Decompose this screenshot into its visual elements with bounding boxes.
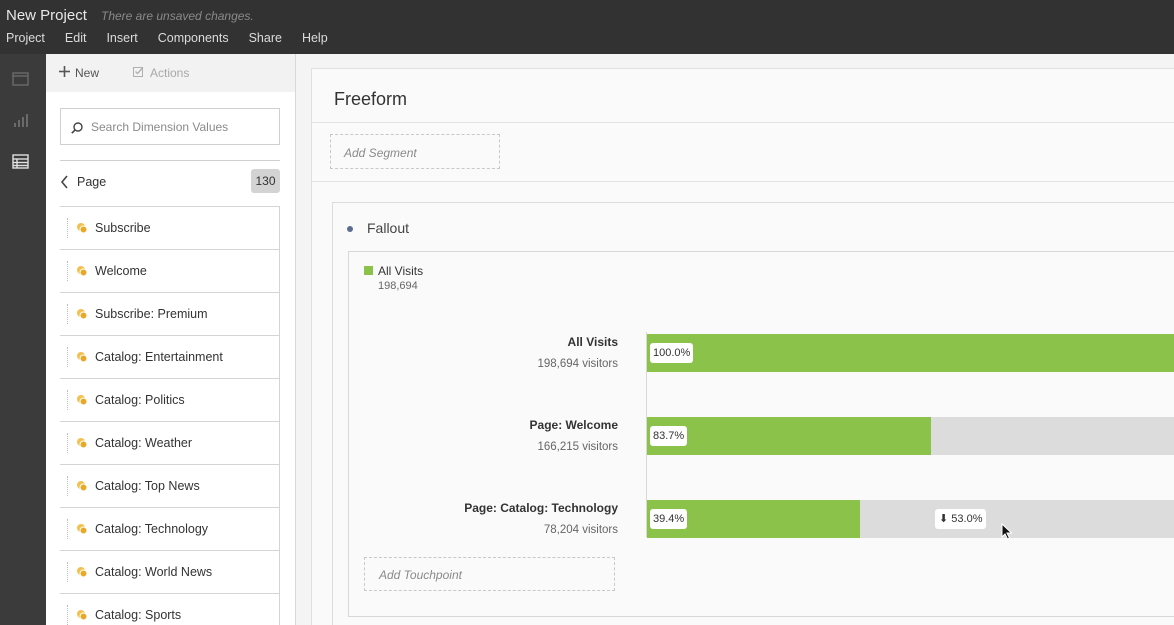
freeform-panel: Freeform Add Segment Fallout All Visits … bbox=[311, 68, 1174, 625]
components-icon[interactable] bbox=[12, 154, 30, 170]
chevron-left-icon[interactable] bbox=[60, 175, 69, 194]
drag-handle-icon[interactable] bbox=[67, 261, 69, 281]
workspace: Freeform Add Segment Fallout All Visits … bbox=[296, 54, 1174, 625]
dimension-name: Page bbox=[77, 175, 107, 189]
list-item[interactable]: Catalog: Top News bbox=[60, 464, 280, 507]
dimension-item-icon bbox=[76, 393, 88, 406]
count-badge: 130 bbox=[251, 169, 280, 193]
plus-icon bbox=[59, 66, 70, 80]
menu-share[interactable]: Share bbox=[243, 31, 288, 45]
menu-insert[interactable]: Insert bbox=[100, 31, 143, 45]
step-visitors: 78,204 visitors bbox=[543, 524, 618, 536]
step-name[interactable]: All Visits bbox=[568, 335, 618, 349]
divider bbox=[312, 122, 1174, 123]
list-item-label: Catalog: Entertainment bbox=[95, 350, 223, 364]
list-item[interactable]: Catalog: Weather bbox=[60, 421, 280, 464]
status-dot bbox=[347, 226, 353, 232]
project-title[interactable]: New Project bbox=[6, 7, 87, 24]
list-item-label: Catalog: World News bbox=[95, 565, 213, 579]
list-item-label: Subscribe: Premium bbox=[95, 307, 208, 321]
dimension-item-icon bbox=[76, 608, 88, 621]
legend-swatch bbox=[364, 266, 373, 275]
list-item[interactable]: Catalog: Politics bbox=[60, 378, 280, 421]
list-item[interactable]: Subscribe bbox=[60, 206, 280, 249]
arrow-down-icon: ⬇ bbox=[939, 513, 949, 525]
visualizations-icon[interactable] bbox=[12, 112, 30, 128]
drag-handle-icon[interactable] bbox=[67, 390, 69, 410]
drag-handle-icon[interactable] bbox=[67, 218, 69, 238]
search-input[interactable] bbox=[91, 118, 271, 136]
panel-toolbar: New Actions bbox=[46, 54, 295, 92]
drop-value: 53.0% bbox=[951, 513, 983, 525]
list-item-label: Welcome bbox=[95, 264, 147, 278]
mouse-cursor-icon bbox=[1001, 522, 1013, 545]
bar-value-label: 100.0% bbox=[650, 343, 694, 363]
bar-value-label: 39.4% bbox=[650, 509, 688, 529]
add-touchpoint-dropzone[interactable]: Add Touchpoint bbox=[364, 557, 615, 591]
dimension-item-icon bbox=[76, 221, 88, 234]
dimension-search bbox=[60, 108, 280, 145]
drag-handle-icon[interactable] bbox=[67, 562, 69, 582]
menu-edit[interactable]: Edit bbox=[59, 31, 93, 45]
fallout-bar[interactable] bbox=[647, 417, 931, 455]
drag-handle-icon[interactable] bbox=[67, 304, 69, 324]
list-item[interactable]: Catalog: Entertainment bbox=[60, 335, 280, 378]
legend-label: All Visits bbox=[378, 264, 424, 278]
dimension-item-icon bbox=[76, 565, 88, 578]
dimension-item-icon bbox=[76, 522, 88, 535]
dimension-item-icon bbox=[76, 350, 88, 363]
fallout-visualization: Fallout All Visits 198,694 Add Touchpoin… bbox=[332, 202, 1174, 625]
actions-label: Actions bbox=[150, 66, 190, 80]
drag-handle-icon[interactable] bbox=[67, 347, 69, 367]
step-name[interactable]: Page: Welcome bbox=[530, 418, 618, 432]
menu-project[interactable]: Project bbox=[0, 31, 51, 45]
drag-handle-icon[interactable] bbox=[67, 476, 69, 496]
list-item-label: Catalog: Sports bbox=[95, 608, 182, 622]
panels-icon[interactable] bbox=[12, 72, 30, 88]
list-item[interactable]: Catalog: World News bbox=[60, 550, 280, 593]
add-segment-dropzone[interactable]: Add Segment bbox=[330, 134, 500, 169]
new-label: New bbox=[75, 66, 100, 80]
actions-button[interactable]: Actions bbox=[133, 66, 189, 80]
fallout-bar[interactable] bbox=[647, 334, 1174, 372]
unsaved-status: There are unsaved changes. bbox=[101, 9, 254, 23]
components-panel: New Actions Page 130 SubscribeWelcomeSub… bbox=[46, 54, 296, 625]
step-name[interactable]: Page: Catalog: Technology bbox=[464, 501, 618, 515]
dimension-values-list: Subscribe Welcome Subscribe: Premium Catalo… bbox=[60, 206, 280, 625]
fallout-drop-label: ⬇ 53.0% bbox=[935, 509, 987, 529]
list-item-label: Catalog: Top News bbox=[95, 479, 200, 493]
list-item[interactable]: Welcome bbox=[60, 249, 280, 292]
drag-handle-icon[interactable] bbox=[67, 605, 69, 625]
fallout-chart: All Visits 198,694 Add Touchpoint All Vi… bbox=[348, 251, 1174, 617]
list-item[interactable]: Subscribe: Premium bbox=[60, 292, 280, 335]
search-icon bbox=[71, 121, 83, 139]
dimension-item-icon bbox=[76, 479, 88, 492]
list-item-label: Subscribe bbox=[95, 221, 151, 235]
list-item-label: Catalog: Weather bbox=[95, 436, 193, 450]
list-item-label: Catalog: Politics bbox=[95, 393, 185, 407]
dimension-item-icon bbox=[76, 307, 88, 320]
list-item[interactable]: Catalog: Technology bbox=[60, 507, 280, 550]
drag-handle-icon[interactable] bbox=[67, 433, 69, 453]
dimension-header: Page 130 bbox=[60, 160, 280, 206]
dimension-item-icon bbox=[76, 264, 88, 277]
divider bbox=[312, 181, 1174, 182]
menu-help[interactable]: Help bbox=[296, 31, 334, 45]
legend-total: 198,694 bbox=[378, 280, 418, 292]
dimension-item-icon bbox=[76, 436, 88, 449]
left-rail bbox=[0, 54, 46, 625]
drag-handle-icon[interactable] bbox=[67, 519, 69, 539]
bar-value-label: 83.7% bbox=[650, 426, 688, 446]
checkbox-icon bbox=[133, 66, 145, 80]
new-button[interactable]: New bbox=[59, 66, 99, 80]
menu-bar: Project Edit Insert Components Share Hel… bbox=[0, 31, 342, 45]
visualization-title[interactable]: Fallout bbox=[367, 220, 409, 236]
list-item[interactable]: Catalog: Sports bbox=[60, 593, 280, 625]
menu-components[interactable]: Components bbox=[152, 31, 235, 45]
panel-title[interactable]: Freeform bbox=[334, 89, 407, 110]
list-item-label: Catalog: Technology bbox=[95, 522, 209, 536]
step-visitors: 198,694 visitors bbox=[537, 358, 618, 370]
app-header: New Project There are unsaved changes. P… bbox=[0, 0, 1174, 54]
step-visitors: 166,215 visitors bbox=[537, 441, 618, 453]
